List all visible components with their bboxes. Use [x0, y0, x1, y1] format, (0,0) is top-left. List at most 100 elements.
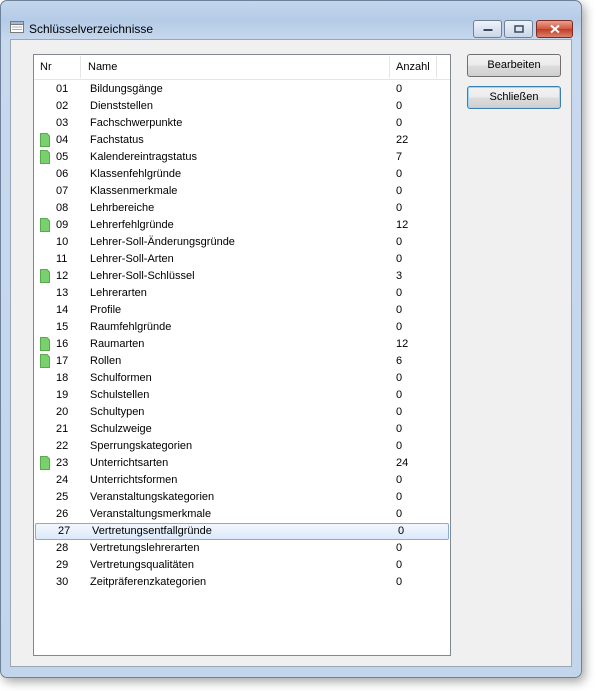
- maximize-button[interactable]: [504, 20, 533, 38]
- list-item[interactable]: 26 Veranstaltungsmerkmale 0: [34, 506, 450, 523]
- row-count: 0: [396, 474, 403, 486]
- calendar-icon: [10, 21, 24, 33]
- row-count: 0: [396, 117, 403, 129]
- row-name: Lehrer-Soll-Arten: [90, 253, 174, 265]
- list-item[interactable]: 23 Unterrichtsarten 24: [34, 455, 450, 472]
- row-name: Raumarten: [90, 338, 145, 350]
- close-button[interactable]: Schließen: [467, 86, 561, 109]
- row-count: 12: [396, 219, 409, 231]
- list-item[interactable]: 08 Lehrbereiche 0: [34, 200, 450, 217]
- list-item[interactable]: 10 Lehrer-Soll-Änderungsgründe 0: [34, 234, 450, 251]
- document-icon: [40, 269, 50, 283]
- row-name: Schulzweige: [90, 423, 152, 435]
- list-item[interactable]: 18 Schulformen 0: [34, 370, 450, 387]
- row-number: 30: [56, 576, 69, 588]
- list-item[interactable]: 01 Bildungsgänge 0: [34, 81, 450, 98]
- dialog-content: Nr Name Anzahl 01 Bildungsgänge 0 02 Diensts…: [10, 39, 572, 667]
- column-divider[interactable]: [80, 56, 81, 78]
- row-name: Raumfehlgründe: [90, 321, 172, 333]
- row-name: Unterrichtsformen: [90, 474, 178, 486]
- list-item[interactable]: 27 Vertretungsentfallgründe 0: [35, 523, 449, 540]
- document-icon: [40, 456, 50, 470]
- minimize-button[interactable]: [473, 20, 502, 38]
- row-count: 0: [396, 304, 403, 316]
- row-number: 04: [56, 134, 69, 146]
- list-item[interactable]: 20 Schultypen 0: [34, 404, 450, 421]
- row-number: 08: [56, 202, 69, 214]
- list-item[interactable]: 22 Sperrungskategorien 0: [34, 438, 450, 455]
- document-icon: [40, 150, 50, 164]
- document-icon: [40, 354, 50, 368]
- row-number: 23: [56, 457, 69, 469]
- list-item[interactable]: 25 Veranstaltungskategorien 0: [34, 489, 450, 506]
- title-bar[interactable]: Schlüsselverzeichnisse: [1, 1, 581, 39]
- row-name: Sperrungskategorien: [90, 440, 193, 452]
- row-number: 17: [56, 355, 69, 367]
- list-item[interactable]: 19 Schulstellen 0: [34, 387, 450, 404]
- list-header: Nr Name Anzahl: [34, 55, 450, 80]
- list-item[interactable]: 11 Lehrer-Soll-Arten 0: [34, 251, 450, 268]
- row-number: 06: [56, 168, 69, 180]
- window-close-button[interactable]: [536, 20, 573, 38]
- row-count: 0: [396, 168, 403, 180]
- row-number: 16: [56, 338, 69, 350]
- key-directory-list[interactable]: Nr Name Anzahl 01 Bildungsgänge 0 02 Diensts…: [33, 54, 451, 656]
- row-count: 6: [396, 355, 403, 367]
- column-divider[interactable]: [436, 56, 437, 78]
- column-header-nr[interactable]: Nr: [34, 55, 86, 79]
- edit-button[interactable]: Bearbeiten: [467, 54, 561, 77]
- row-number: 27: [58, 525, 71, 537]
- row-count: 0: [396, 100, 403, 112]
- list-item[interactable]: 03 Fachschwerpunkte 0: [34, 115, 450, 132]
- list-item[interactable]: 02 Dienststellen 0: [34, 98, 450, 115]
- row-count: 0: [396, 236, 403, 248]
- column-header-name[interactable]: Name: [82, 55, 388, 79]
- list-item[interactable]: 07 Klassenmerkmale 0: [34, 183, 450, 200]
- row-name: Veranstaltungskategorien: [90, 491, 215, 503]
- list-item[interactable]: 09 Lehrerfehlgründe 12: [34, 217, 450, 234]
- row-name: Klassenfehlgründe: [90, 168, 182, 180]
- row-number: 01: [56, 83, 69, 95]
- row-count: 7: [396, 151, 403, 163]
- row-name: Dienststellen: [90, 100, 153, 112]
- list-item[interactable]: 04 Fachstatus 22: [34, 132, 450, 149]
- list-item[interactable]: 28 Vertretungslehrerarten 0: [34, 540, 450, 557]
- row-count: 22: [396, 134, 409, 146]
- list-item[interactable]: 05 Kalendereintragstatus 7: [34, 149, 450, 166]
- list-item[interactable]: 30 Zeitpräferenzkategorien 0: [34, 574, 450, 591]
- list-item[interactable]: 12 Lehrer-Soll-Schlüssel 3: [34, 268, 450, 285]
- row-number: 05: [56, 151, 69, 163]
- document-icon: [40, 133, 50, 147]
- column-header-count[interactable]: Anzahl: [390, 55, 446, 79]
- row-count: 0: [396, 253, 403, 265]
- list-item[interactable]: 15 Raumfehlgründe 0: [34, 319, 450, 336]
- row-name: Lehrer-Soll-Änderungsgründe: [90, 236, 235, 248]
- list-item[interactable]: 06 Klassenfehlgründe 0: [34, 166, 450, 183]
- row-count: 0: [396, 576, 403, 588]
- window-title: Schlüsselverzeichnisse: [29, 22, 154, 36]
- row-number: 20: [56, 406, 69, 418]
- list-item[interactable]: 21 Schulzweige 0: [34, 421, 450, 438]
- row-count: 0: [396, 321, 403, 333]
- row-number: 28: [56, 542, 69, 554]
- document-icon: [40, 337, 50, 351]
- row-number: 12: [56, 270, 69, 282]
- list-item[interactable]: 16 Raumarten 12: [34, 336, 450, 353]
- row-name: Kalendereintragstatus: [90, 151, 198, 163]
- row-number: 26: [56, 508, 69, 520]
- list-item[interactable]: 24 Unterrichtsformen 0: [34, 472, 450, 489]
- row-number: 21: [56, 423, 69, 435]
- document-icon: [40, 218, 50, 232]
- list-item[interactable]: 13 Lehrerarten 0: [34, 285, 450, 302]
- row-name: Vertretungslehrerarten: [90, 542, 200, 554]
- list-rows: 01 Bildungsgänge 0 02 Dienststellen 0 03 Fachsc…: [34, 81, 450, 591]
- row-count: 3: [396, 270, 403, 282]
- row-number: 11: [56, 253, 68, 265]
- row-count: 0: [396, 372, 403, 384]
- list-item[interactable]: 14 Profile 0: [34, 302, 450, 319]
- list-item[interactable]: 29 Vertretungsqualitäten 0: [34, 557, 450, 574]
- row-name: Fachstatus: [90, 134, 144, 146]
- row-count: 0: [396, 508, 403, 520]
- list-item[interactable]: 17 Rollen 6: [34, 353, 450, 370]
- row-number: 07: [56, 185, 69, 197]
